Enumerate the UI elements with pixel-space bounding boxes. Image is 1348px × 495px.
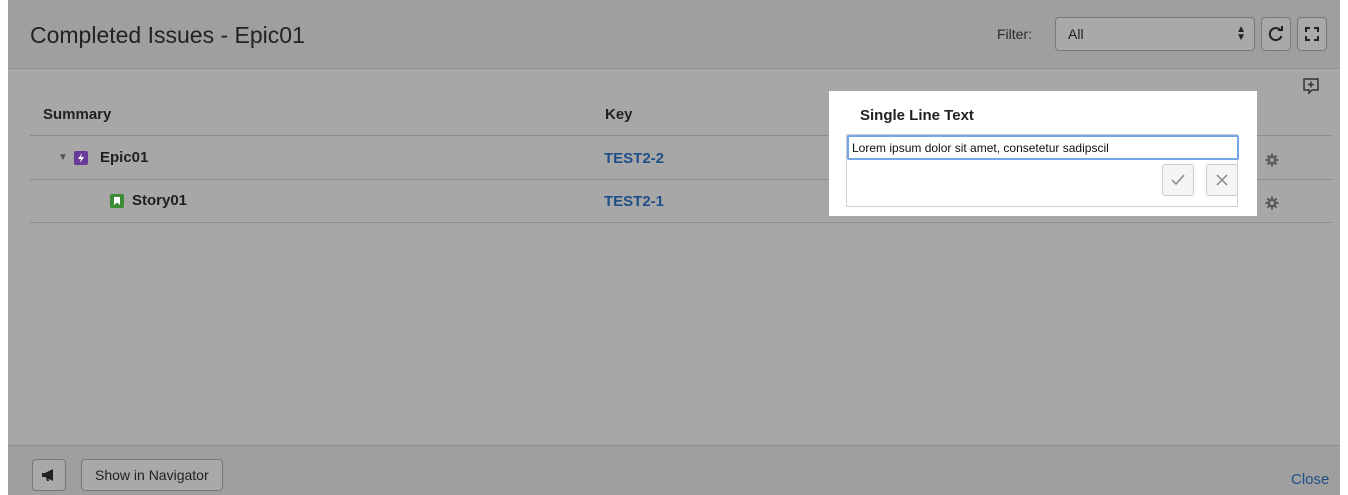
row-key-test2-1[interactable]: TEST2-1 <box>604 193 664 210</box>
filter-selected-value: All <box>1068 26 1084 42</box>
row-summary-epic01[interactable]: Epic01 <box>100 149 148 166</box>
refresh-icon <box>1268 26 1283 42</box>
single-line-text-input[interactable] <box>847 135 1239 160</box>
row-summary-story01[interactable]: Story01 <box>132 192 187 209</box>
refresh-button[interactable] <box>1261 17 1291 51</box>
row-divider <box>30 222 1332 223</box>
column-header-key[interactable]: Key <box>605 106 633 123</box>
epic-type-icon <box>74 151 88 165</box>
show-in-navigator-button[interactable]: Show in Navigator <box>81 459 223 491</box>
expand-toggle-icon[interactable]: ▼ <box>58 152 68 163</box>
gear-icon[interactable] <box>1265 196 1279 210</box>
story-type-icon <box>110 194 124 208</box>
filter-select[interactable]: All ▲ ▼ <box>1055 17 1255 51</box>
column-header-summary[interactable]: Summary <box>43 106 111 123</box>
fullscreen-button[interactable] <box>1297 17 1327 51</box>
announce-button[interactable] <box>32 459 66 491</box>
checkmark-icon <box>1171 174 1185 186</box>
inline-edit-popup: Single Line Text <box>829 91 1257 216</box>
add-comment-icon[interactable] <box>1302 77 1320 95</box>
confirm-button[interactable] <box>1162 164 1194 196</box>
select-arrows-icon: ▲ ▼ <box>1236 24 1246 43</box>
editor-title: Single Line Text <box>860 107 974 124</box>
gear-icon[interactable] <box>1265 153 1279 167</box>
dialog-title: Completed Issues - Epic01 <box>30 22 305 48</box>
close-icon <box>1216 174 1228 186</box>
close-link[interactable]: Close <box>1291 471 1329 488</box>
row-key-test2-2[interactable]: TEST2-2 <box>604 150 664 167</box>
editor-box <box>846 134 1239 207</box>
dialog-header: Completed Issues - Epic01 Filter: All ▲ ▼ <box>8 0 1340 69</box>
cancel-button[interactable] <box>1206 164 1238 196</box>
fullscreen-icon <box>1305 27 1319 41</box>
megaphone-icon <box>42 469 53 481</box>
filter-label: Filter: <box>997 26 1032 42</box>
issues-dialog: Completed Issues - Epic01 Filter: All ▲ ▼… <box>8 0 1340 495</box>
